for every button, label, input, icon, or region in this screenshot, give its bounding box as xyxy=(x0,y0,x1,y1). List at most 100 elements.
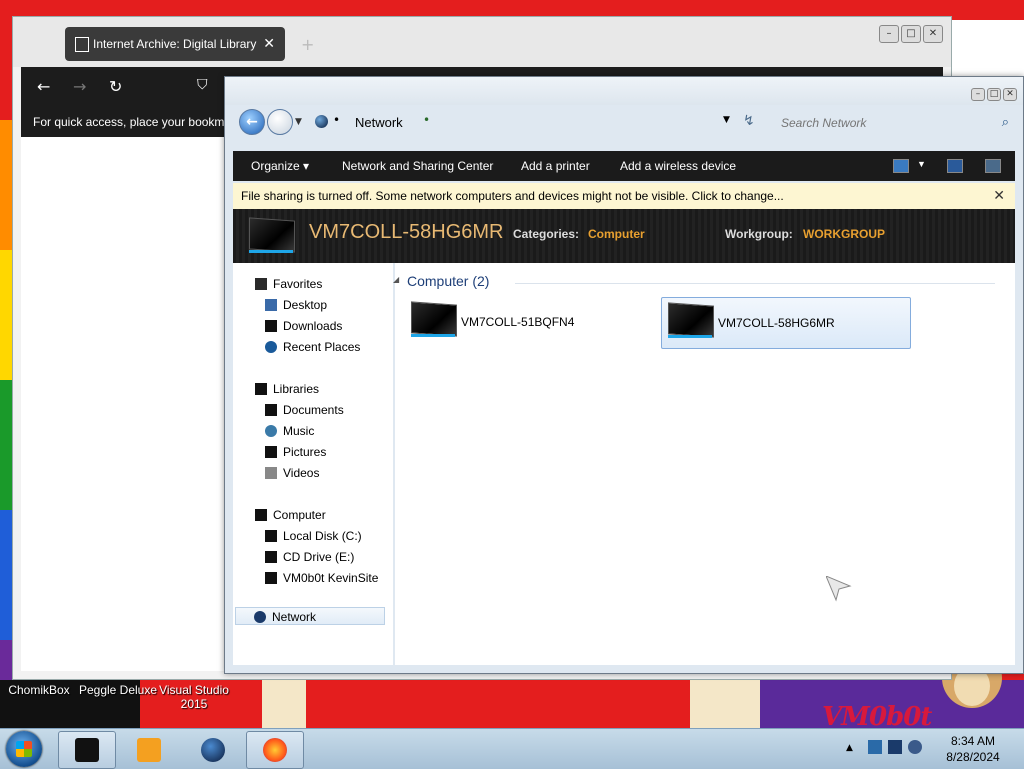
nav-kevinsite[interactable]: VM0b0t KevinSite xyxy=(265,571,378,585)
explorer-window: –□✕ ← ▼ • Network • ▼ ↯ ⌕ Organize ▾ Net… xyxy=(224,76,1024,674)
desktop-icon-peggle[interactable]: Peggle Deluxe xyxy=(78,683,158,697)
address-bar: ← ▼ • Network • ▼ ↯ ⌕ xyxy=(233,105,1015,149)
breadcrumb-network[interactable]: Network xyxy=(355,115,403,130)
group-divider xyxy=(515,283,995,284)
reload-icon[interactable]: ↻ xyxy=(109,77,122,96)
clock-date: 8/28/2024 xyxy=(946,750,1000,764)
libraries-icon xyxy=(255,383,267,395)
nav-videos-label: Videos xyxy=(283,466,320,480)
view-dropdown-icon[interactable]: ▼ xyxy=(917,159,926,169)
nav-computer[interactable]: Computer xyxy=(255,508,326,522)
nav-libraries-label: Libraries xyxy=(273,382,320,396)
maximize-button[interactable]: □ xyxy=(901,25,921,43)
volume-tray-icon[interactable] xyxy=(908,740,922,754)
forward-arrow-icon[interactable]: → xyxy=(73,77,86,96)
network-icon xyxy=(254,611,266,623)
computer-monitor-icon xyxy=(668,302,714,338)
desktop-icon-chomikbox[interactable]: ChomikBox xyxy=(6,683,72,697)
help-icon[interactable] xyxy=(985,159,1001,173)
search-box: ⌕ xyxy=(773,111,1013,135)
organize-button[interactable]: Organize ▾ xyxy=(251,159,309,173)
taskbar: ▲ 8:34 AM 8/28/2024 xyxy=(0,728,1024,769)
taskbar-app-globe[interactable] xyxy=(184,731,242,769)
nav-desktop-label: Desktop xyxy=(283,298,328,312)
cd-drive-icon xyxy=(265,551,277,563)
computer-monitor-icon xyxy=(411,301,457,337)
windows-logo-icon xyxy=(16,741,32,757)
breadcrumb-separator-icon[interactable]: • xyxy=(333,113,340,127)
shield-icon[interactable]: ⛉ xyxy=(197,77,208,93)
nav-local-disk[interactable]: Local Disk (C:) xyxy=(265,529,362,543)
nav-kevinsite-label: VM0b0t KevinSite xyxy=(283,571,379,585)
minimize-button[interactable]: – xyxy=(879,25,899,43)
network-tray-icon[interactable] xyxy=(888,740,902,754)
nav-libraries[interactable]: Libraries xyxy=(255,382,319,396)
nav-pictures[interactable]: Pictures xyxy=(265,445,326,459)
search-input[interactable] xyxy=(773,111,1013,135)
taskbar-app-explorer[interactable] xyxy=(58,731,116,769)
collapse-group-icon[interactable]: ◢ xyxy=(393,275,399,284)
info-bar-text: File sharing is turned off. Some network… xyxy=(241,189,784,203)
nav-favorites[interactable]: Favorites xyxy=(255,277,322,291)
computer-item-label: VM7COLL-51BQFN4 xyxy=(461,315,575,329)
bookmarks-hint: For quick access, place your bookma xyxy=(33,115,232,129)
browser-tab[interactable]: Internet Archive: Digital Library ✕ xyxy=(65,27,285,61)
nav-documents[interactable]: Documents xyxy=(265,403,344,417)
new-tab-icon[interactable]: + xyxy=(301,35,314,54)
nav-music[interactable]: Music xyxy=(265,424,314,438)
search-icon[interactable]: ⌕ xyxy=(1002,115,1009,130)
group-header-computer[interactable]: Computer (2) xyxy=(407,273,489,289)
computer-monitor-icon xyxy=(249,217,295,253)
nav-recent-places[interactable]: Recent Places xyxy=(265,340,360,354)
star-icon xyxy=(255,278,267,290)
back-button[interactable]: ← xyxy=(239,109,265,135)
computer-icon xyxy=(255,509,267,521)
wallpaper-white-patch xyxy=(945,20,1024,80)
preview-pane-icon[interactable] xyxy=(947,159,963,173)
close-button[interactable]: ✕ xyxy=(923,25,943,43)
nav-network[interactable]: Network xyxy=(235,607,385,625)
tray-overflow-icon[interactable]: ▲ xyxy=(846,743,853,753)
nav-cd-drive[interactable]: CD Drive (E:) xyxy=(265,550,354,564)
music-icon xyxy=(265,425,277,437)
network-sharing-center-button[interactable]: Network and Sharing Center xyxy=(342,159,493,173)
explorer-window-controls: – □ ✕ xyxy=(969,85,1017,101)
tray-app-icon[interactable] xyxy=(868,740,882,754)
taskbar-app-media-player[interactable] xyxy=(120,731,178,769)
info-bar-close-icon[interactable]: ✕ xyxy=(993,187,1005,204)
clock[interactable]: 8:34 AM 8/28/2024 xyxy=(930,733,1016,765)
nav-desktop[interactable]: Desktop xyxy=(265,298,327,312)
categories-value: Computer xyxy=(588,227,645,241)
nav-documents-label: Documents xyxy=(283,403,344,417)
add-wireless-device-button[interactable]: Add a wireless device xyxy=(620,159,736,173)
computer-item[interactable]: VM7COLL-51BQFN4 xyxy=(405,297,645,347)
pictures-icon xyxy=(265,446,277,458)
wallpaper-cream-patch xyxy=(690,680,760,728)
nav-videos[interactable]: Videos xyxy=(265,466,319,480)
back-arrow-icon[interactable]: ← xyxy=(37,77,50,96)
globe-icon xyxy=(201,738,225,762)
address-dropdown-icon[interactable]: ▼ xyxy=(723,115,730,125)
view-options-icon[interactable] xyxy=(893,159,909,173)
nav-music-label: Music xyxy=(283,424,315,438)
add-printer-button[interactable]: Add a printer xyxy=(521,159,590,173)
nav-downloads[interactable]: Downloads xyxy=(265,319,342,333)
start-button[interactable] xyxy=(6,731,42,767)
forward-button[interactable] xyxy=(267,109,293,135)
close-button[interactable]: ✕ xyxy=(1003,88,1017,101)
wallpaper-cream-patch xyxy=(262,680,306,728)
content-pane: ◢ Computer (2) VM7COLL-51BQFN4 VM7COLL-5… xyxy=(393,263,1015,665)
workgroup-label: Workgroup: xyxy=(725,227,793,241)
nav-recent-label: Recent Places xyxy=(283,340,361,354)
breadcrumb-arrow-icon[interactable]: • xyxy=(423,113,430,127)
maximize-button[interactable]: □ xyxy=(987,88,1001,101)
refresh-icon[interactable]: ↯ xyxy=(743,113,755,129)
minimize-button[interactable]: – xyxy=(971,88,985,101)
desktop-icon-visual-studio[interactable]: Visual Studio 2015 xyxy=(158,683,230,711)
tab-close-icon[interactable]: ✕ xyxy=(263,35,275,52)
videos-icon xyxy=(265,467,277,479)
computer-item-selected[interactable]: VM7COLL-58HG6MR xyxy=(661,297,911,349)
info-bar[interactable]: File sharing is turned off. Some network… xyxy=(233,183,1015,210)
taskbar-app-firefox[interactable] xyxy=(246,731,304,769)
history-dropdown-icon[interactable]: ▼ xyxy=(295,117,302,127)
